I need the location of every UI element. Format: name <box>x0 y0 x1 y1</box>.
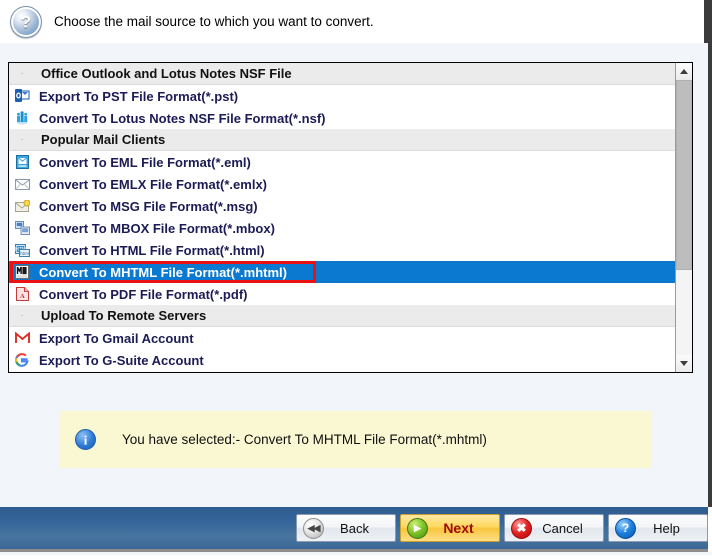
header-bar: Choose the mail source to which you want… <box>0 0 708 43</box>
wizard-window: Choose the mail source to which you want… <box>0 0 712 559</box>
list-item-label: Convert To EMLX File Format(*.emlx) <box>39 176 268 192</box>
rewind-back-icon: ◀◀ <box>303 517 324 539</box>
scrollbar-track[interactable] <box>676 80 692 355</box>
question-help-icon <box>10 5 42 38</box>
button-icon-symbol: ▶ <box>414 522 421 533</box>
list-item-label: Convert To HTML File Format(*.html) <box>39 242 265 258</box>
cancel-cross-icon: ✖ <box>511 517 532 539</box>
list-item[interactable]: A Convert To PDF File Format(*.pdf) <box>9 283 675 305</box>
eml-file-icon <box>13 154 31 170</box>
help-question-icon: ? <box>615 517 636 539</box>
list-item-label: Convert To MSG File Format(*.msg) <box>39 198 258 214</box>
lotus-notes-nsf-icon <box>13 110 31 126</box>
help-button[interactable]: ? Help <box>608 514 708 542</box>
list-item[interactable]: Convert To EML File Format(*.eml) <box>9 151 675 173</box>
mhtml-file-icon <box>13 264 31 280</box>
button-label: Help <box>653 520 680 536</box>
g-suite-icon <box>13 352 31 368</box>
list-items-container[interactable]: · Office Outlook and Lotus Notes NSF File… <box>9 63 675 372</box>
list-group-header: · Office Outlook and Lotus Notes NSF File <box>9 63 675 85</box>
list-item-label: Convert To Lotus Notes NSF File Format(*… <box>39 110 326 126</box>
group-header-label: Office Outlook and Lotus Notes NSF File <box>41 66 292 81</box>
mbox-file-icon <box>13 220 31 236</box>
button-label: Next <box>443 520 474 536</box>
list-item[interactable]: Export To PST File Format(*.pst) <box>9 85 675 107</box>
back-button[interactable]: ◀◀ Back <box>296 514 396 542</box>
list-group-header: · Upload To Remote Servers <box>9 305 675 327</box>
window-bottom-strip <box>0 555 712 559</box>
group-marker-icon: · <box>20 310 24 320</box>
list-item[interactable]: Convert To MBOX File Format(*.mbox) <box>9 217 675 239</box>
list-scrollbar[interactable] <box>675 63 692 372</box>
list-item-label: Export To PST File Format(*.pst) <box>39 88 239 104</box>
list-item-label: Export To G-Suite Account <box>39 352 204 368</box>
body-panel: · Office Outlook and Lotus Notes NSF File… <box>0 43 708 507</box>
play-next-icon: ▶ <box>407 517 428 539</box>
list-item[interactable]: Convert To MHTML File Format(*.mhtml) <box>9 261 675 283</box>
list-item[interactable]: Convert To EMLX File Format(*.emlx) <box>9 173 675 195</box>
instruction-text: Choose the mail source to which you want… <box>54 14 374 29</box>
button-icon-symbol: ✖ <box>516 521 527 535</box>
list-item-label: Convert To MBOX File Format(*.mbox) <box>39 220 275 236</box>
emlx-envelope-icon <box>13 176 31 192</box>
group-marker-icon: · <box>20 134 24 144</box>
mail-source-listbox[interactable]: · Office Outlook and Lotus Notes NSF File… <box>8 62 693 373</box>
svg-text:A: A <box>19 293 24 300</box>
list-item[interactable]: Convert To MSG File Format(*.msg) <box>9 195 675 217</box>
list-group-header: · Popular Mail Clients <box>9 129 675 151</box>
button-label: Back <box>340 520 369 536</box>
scrollbar-thumb[interactable] <box>676 80 692 270</box>
list-item-label: Convert To EML File Format(*.eml) <box>39 154 251 170</box>
footer-right-edge <box>708 507 712 552</box>
information-icon <box>75 429 96 450</box>
window-right-edge <box>708 0 712 507</box>
list-item[interactable]: HTMhtml Convert To HTML File Format(*.htm… <box>9 239 675 261</box>
list-item[interactable]: Convert To Lotus Notes NSF File Format(*… <box>9 107 675 129</box>
scroll-down-arrow-icon[interactable] <box>676 355 692 372</box>
html-file-icon: HTMhtml <box>13 242 31 258</box>
group-header-label: Upload To Remote Servers <box>41 308 207 323</box>
scroll-up-arrow-icon[interactable] <box>676 63 692 80</box>
list-item[interactable]: Export To Gmail Account <box>9 327 675 349</box>
cancel-button[interactable]: ✖ Cancel <box>504 514 604 542</box>
list-item[interactable]: Export To G-Suite Account <box>9 349 675 371</box>
selection-info-text: You have selected:- Convert To MHTML Fil… <box>122 432 487 447</box>
outlook-pst-icon <box>13 88 31 104</box>
group-header-label: Popular Mail Clients <box>41 132 166 147</box>
gmail-icon <box>13 330 31 346</box>
footer-button-row: ◀◀ Back ▶ Next ✖ Cancel? Help <box>296 514 708 542</box>
msg-envelope-icon <box>13 198 31 214</box>
list-item-label: Convert To PDF File Format(*.pdf) <box>39 286 248 302</box>
next-button[interactable]: ▶ Next <box>400 514 500 542</box>
selection-info-banner: You have selected:- Convert To MHTML Fil… <box>60 411 651 468</box>
svg-text:html: html <box>20 251 29 256</box>
button-icon-symbol: ◀◀ <box>307 522 321 533</box>
group-marker-icon: · <box>20 68 24 78</box>
list-item-label: Export To Gmail Account <box>39 330 194 346</box>
button-icon-symbol: ? <box>621 521 630 535</box>
pdf-file-icon: A <box>13 286 31 302</box>
button-label: Cancel <box>542 520 583 536</box>
list-item-label: Convert To MHTML File Format(*.mhtml) <box>39 264 287 280</box>
